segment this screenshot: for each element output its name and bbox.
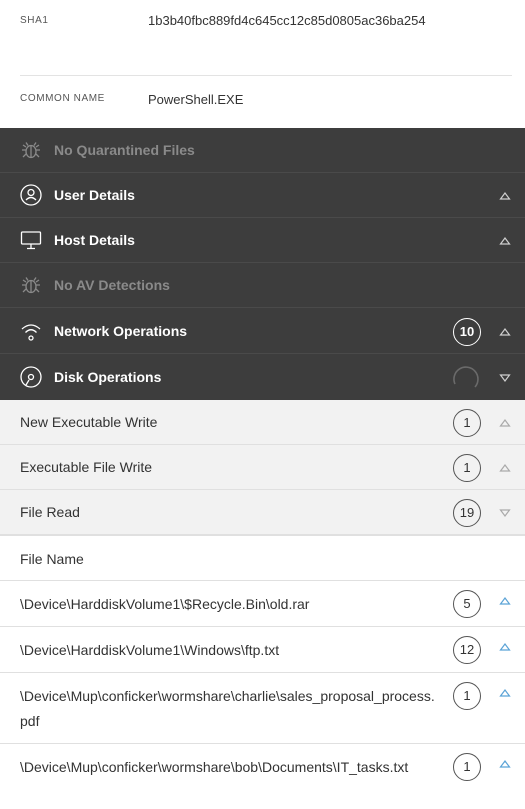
count-badge: 5 [453, 590, 481, 618]
section-label: Disk Operations [54, 369, 162, 385]
section-quarantined-files: No Quarantined Files [0, 128, 525, 173]
chevron-up-icon[interactable] [499, 190, 511, 202]
section-av-detections: No AV Detections [0, 263, 525, 308]
count-badge: 1 [453, 753, 481, 781]
wifi-icon [21, 324, 41, 341]
common-name-label: COMMON NAME [20, 93, 105, 104]
subsection-executable-file-write[interactable]: Executable File Write 1 [0, 445, 525, 490]
sha1-value: 1b3b40fbc889fd4c645cc12c85d0805ac36ba254 [148, 13, 426, 28]
subsection-new-executable-write[interactable]: New Executable Write 1 [0, 400, 525, 445]
table-row[interactable]: \Device\HarddiskVolume1\$Recycle.Bin\old… [0, 581, 525, 627]
sha1-row: SHA1 1b3b40fbc889fd4c645cc12c85d0805ac36… [20, 0, 512, 76]
section-label: Network Operations [54, 323, 188, 339]
common-name-value: PowerShell.EXE [148, 92, 244, 107]
chevron-up-icon[interactable] [499, 417, 511, 429]
chevron-up-icon[interactable] [499, 687, 511, 699]
subsection-label: Executable File Write [20, 459, 153, 475]
chevron-down-icon[interactable] [499, 507, 511, 519]
subsection-label: File Read [20, 504, 80, 520]
section-label: No Quarantined Files [54, 142, 195, 158]
count-badge: 12 [453, 636, 481, 664]
monitor-icon [20, 231, 42, 250]
loading-spinner-icon [453, 366, 479, 388]
file-name-cell: \Device\HarddiskVolume1\Windows\ftp.txt [20, 642, 280, 658]
file-table-header: File Name [0, 535, 525, 581]
section-disk-operations[interactable]: Disk Operations [0, 355, 525, 400]
section-host-details[interactable]: Host Details [0, 218, 525, 263]
section-label: Host Details [54, 232, 135, 248]
subsection-file-read[interactable]: File Read 19 [0, 490, 525, 535]
sha1-label: SHA1 [20, 15, 49, 26]
disk-icon [20, 366, 42, 388]
chevron-up-icon[interactable] [499, 326, 511, 338]
count-badge: 1 [453, 409, 481, 437]
chevron-up-icon[interactable] [499, 235, 511, 247]
section-label: User Details [54, 187, 135, 203]
chevron-up-icon[interactable] [499, 641, 511, 653]
count-badge: 1 [453, 454, 481, 482]
chevron-up-icon[interactable] [499, 758, 511, 770]
table-row[interactable]: \Device\HarddiskVolume1\Windows\ftp.txt … [0, 627, 525, 673]
section-label: No AV Detections [54, 277, 170, 293]
count-badge: 1 [453, 682, 481, 710]
file-name-cell: \Device\HarddiskVolume1\$Recycle.Bin\old… [20, 596, 310, 612]
bug-icon [22, 277, 40, 294]
section-network-operations[interactable]: Network Operations 10 [0, 309, 525, 354]
sections-panel: No Quarantined Files User Details Host D… [0, 128, 525, 400]
user-circle-icon [20, 184, 42, 206]
chevron-up-icon[interactable] [499, 595, 511, 607]
section-user-details[interactable]: User Details [0, 173, 525, 218]
column-header-file-name: File Name [20, 551, 84, 567]
count-badge: 19 [453, 499, 481, 527]
subsection-label: New Executable Write [20, 414, 158, 430]
chevron-down-icon[interactable] [499, 372, 511, 384]
count-badge: 10 [453, 318, 481, 346]
table-row[interactable]: \Device\Mup\conficker\wormshare\charlie\… [0, 673, 525, 744]
bug-icon [22, 142, 40, 159]
table-row[interactable]: \Device\Mup\conficker\wormshare\bob\Docu… [0, 744, 525, 809]
chevron-up-icon[interactable] [499, 462, 511, 474]
common-name-row: COMMON NAME PowerShell.EXE [20, 76, 512, 128]
file-info-panel: SHA1 1b3b40fbc889fd4c645cc12c85d0805ac36… [0, 0, 525, 128]
file-name-cell: \Device\Mup\conficker\wormshare\bob\Docu… [20, 759, 409, 775]
file-name-cell: \Device\Mup\conficker\wormshare\charlie\… [20, 688, 435, 729]
